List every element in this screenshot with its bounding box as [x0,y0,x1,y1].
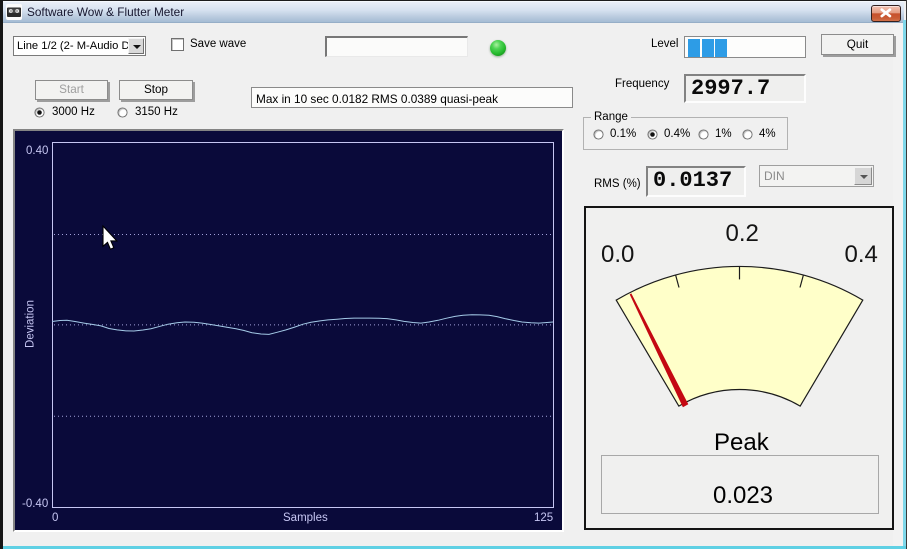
svg-text:Deviation: Deviation [25,300,37,348]
svg-text:Samples: Samples [283,512,328,524]
svg-text:0: 0 [52,512,58,524]
svg-text:125: 125 [534,512,553,524]
svg-text:-0.40: -0.40 [22,498,48,510]
svg-text:0.40: 0.40 [26,145,48,157]
